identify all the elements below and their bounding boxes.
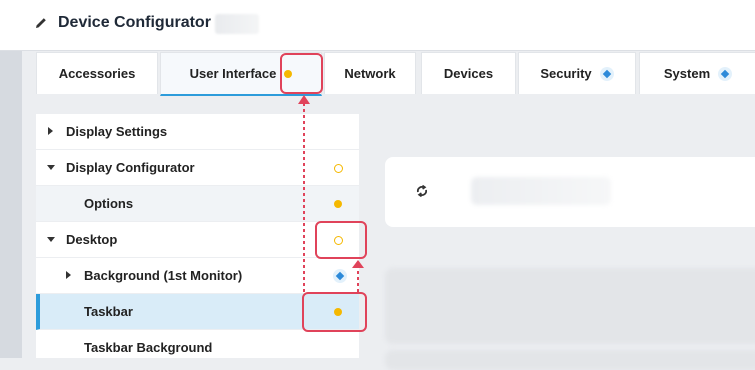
tab-label: Security	[540, 66, 592, 81]
tree-item-label: Display Settings	[66, 124, 168, 139]
pencil-icon[interactable]	[33, 15, 49, 31]
tab-security[interactable]: Security	[518, 52, 636, 94]
blurred-panel	[385, 350, 755, 370]
content-card	[385, 157, 755, 227]
caret-right-icon[interactable]	[66, 271, 71, 279]
tab-network[interactable]: Network	[324, 52, 416, 94]
tree-item-label: Display Configurator	[66, 160, 195, 175]
refresh-icon[interactable]	[414, 183, 430, 199]
tree-item-label: Desktop	[66, 232, 118, 247]
highlight-box-desktop-status	[315, 221, 367, 259]
left-gutter	[0, 51, 22, 358]
highlight-box-taskbar-status	[302, 292, 367, 332]
caret-down-icon[interactable]	[47, 165, 55, 170]
diamond-icon	[333, 269, 347, 283]
blurred-panel	[385, 268, 755, 344]
tree-item-label: Options	[84, 196, 134, 211]
title-bar: Device Configurator	[0, 0, 755, 51]
diamond-icon	[718, 66, 733, 81]
tree-item-desktop[interactable]: Desktop	[36, 222, 359, 258]
caret-right-icon[interactable]	[48, 127, 53, 135]
tree-item-taskbar-background[interactable]: Taskbar Background	[36, 330, 359, 366]
tab-label: Accessories	[58, 66, 136, 81]
app-title: Device Configurator	[58, 14, 211, 31]
tab-label: Network	[344, 66, 396, 81]
tab-system[interactable]: System	[639, 52, 755, 94]
diamond-icon	[599, 66, 614, 81]
pending-dot-icon	[334, 164, 343, 173]
highlight-box-tab-indicator	[280, 53, 323, 94]
caret-down-icon[interactable]	[47, 237, 55, 242]
changed-dot-icon	[334, 200, 342, 208]
redacted-content	[471, 177, 611, 205]
tab-accessories[interactable]: Accessories	[36, 52, 158, 94]
tree-item-options[interactable]: Options	[36, 186, 359, 222]
tab-devices[interactable]: Devices	[421, 52, 516, 94]
tree-item-background-1st-monitor[interactable]: Background (1st Monitor)	[36, 258, 359, 294]
tab-label: Devices	[443, 66, 494, 81]
tab-label: System	[663, 66, 711, 81]
tree-item-display-configurator[interactable]: Display Configurator	[36, 150, 359, 186]
tree-item-label: Background (1st Monitor)	[84, 268, 243, 283]
redacted-title-suffix	[215, 14, 259, 34]
tree-item-label: Taskbar	[84, 304, 133, 319]
tree-item-label: Taskbar Background	[84, 340, 213, 355]
tab-label: User Interface	[189, 66, 277, 81]
tree-item-display-settings[interactable]: Display Settings	[36, 114, 359, 150]
